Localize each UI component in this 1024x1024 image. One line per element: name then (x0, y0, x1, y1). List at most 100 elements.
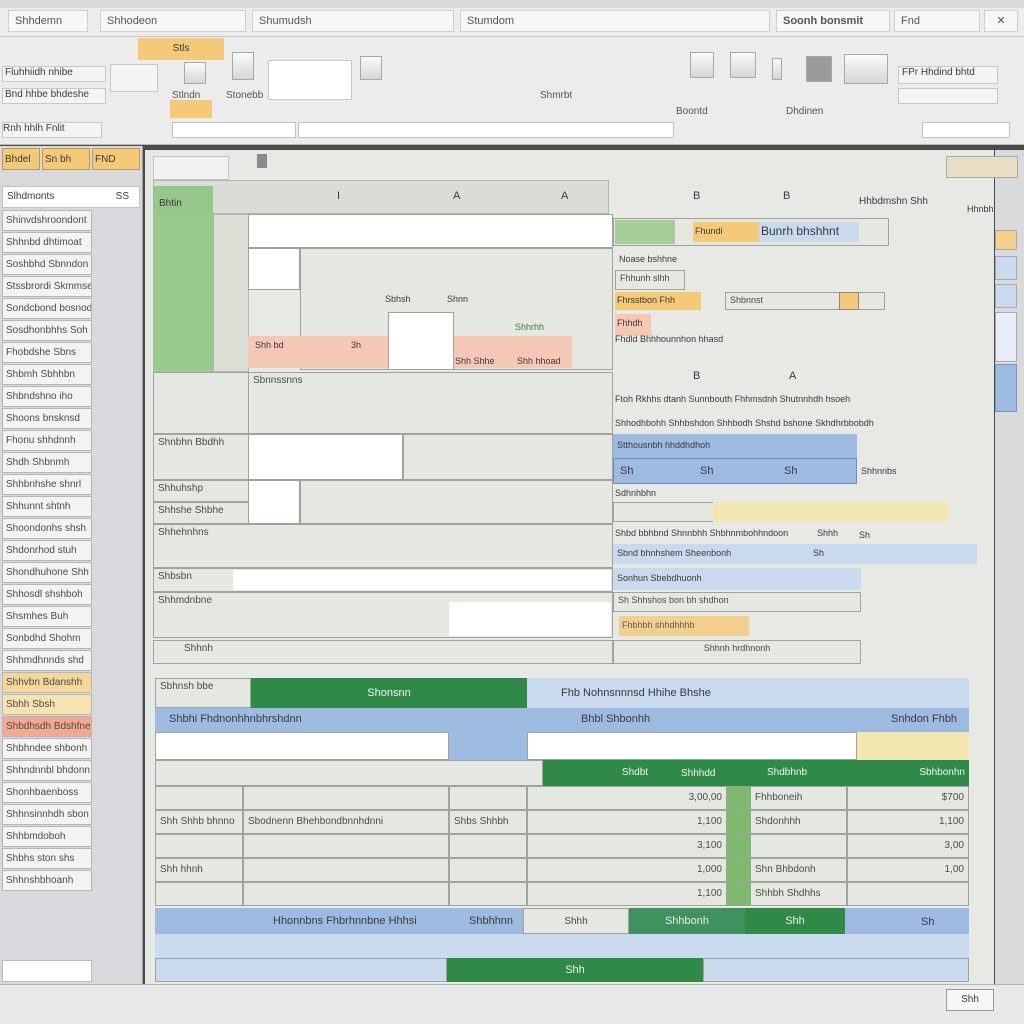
tab-4[interactable]: Stumdom (460, 10, 770, 32)
sheet-item[interactable]: Shbhndee shbonh (2, 738, 92, 759)
sheet-item[interactable]: Shhmdhnnds shd (2, 650, 92, 671)
table-cell-c[interactable] (449, 834, 527, 858)
sheet-list-input[interactable] (2, 960, 92, 982)
table-cell-b[interactable] (243, 858, 449, 882)
sheet-item[interactable]: Fhobdshe Sbns (2, 342, 92, 363)
sheet-item[interactable]: Stssbrordi Skmmse (2, 276, 92, 297)
table-cell-c[interactable] (449, 882, 527, 906)
cell-white-small[interactable] (388, 312, 454, 370)
sheet-item[interactable]: Shhbnhshe shnrl (2, 474, 92, 495)
sheet-item[interactable]: Shondhuhone Shh (2, 562, 92, 583)
table-cell-b[interactable]: Sbodnenn Bhehbondbnnhdnni (243, 810, 449, 834)
cell-a1[interactable] (248, 214, 613, 248)
table-cell-a[interactable] (155, 834, 243, 858)
sheet-tab-top-right[interactable] (946, 156, 1018, 178)
r-bottom[interactable]: Shhnh hrdhnonh (613, 640, 861, 664)
table-cell-a[interactable]: Shh hhnh (155, 858, 243, 882)
line-row-3[interactable]: Sbnd bhnhshem Sheenbonh Sh (613, 544, 977, 564)
table-cell-e[interactable]: Fhhboneih (727, 786, 847, 810)
tbl-footer-left[interactable] (155, 958, 447, 982)
sheet-item-highlight-2[interactable]: Sbhh Sbsh Dhhtnad (2, 694, 92, 729)
table-cell-f[interactable]: 1,100 (847, 810, 969, 834)
orange-small[interactable]: Fhbhbh shhdhhhb (619, 616, 749, 636)
table-cell-c[interactable] (449, 858, 527, 882)
cell-row4[interactable] (403, 434, 613, 480)
green-group-block[interactable] (153, 186, 213, 372)
cell-row8-white[interactable] (449, 602, 611, 636)
font-box[interactable] (268, 60, 352, 100)
table-cell-f[interactable] (847, 882, 969, 906)
right-chip-2[interactable] (995, 256, 1017, 280)
r2-cell[interactable]: Fhhunh slhh (615, 270, 685, 290)
tbl-blue-d[interactable]: Shhbonh (629, 908, 745, 934)
tbl-empty-row[interactable] (155, 934, 969, 958)
sheet-item-highlight-3[interactable]: Shbdhsdh Bdshfne (2, 716, 92, 737)
sheet-item[interactable]: Shbndshno iho (2, 386, 92, 407)
format-icon[interactable] (184, 62, 206, 84)
table-cell-c[interactable] (449, 786, 527, 810)
blue-block-2[interactable]: Sonhun Sbebdhuonh (613, 568, 861, 590)
table-icon[interactable] (730, 52, 756, 78)
paste-button[interactable] (110, 64, 158, 92)
sheet-item[interactable]: Shoons bnsknsd (2, 408, 92, 429)
r3-marker[interactable] (839, 292, 859, 310)
sheet-item[interactable]: Shhbmdoboh (2, 826, 92, 847)
tbl-footer-right[interactable] (703, 958, 969, 982)
table-cell-e[interactable] (727, 834, 847, 858)
cell-row9[interactable]: Shhnh (153, 640, 613, 664)
left-group-cell[interactable] (153, 372, 249, 434)
tab-1[interactable]: Shhdemn (8, 10, 88, 32)
sheet-item[interactable]: Shhosdl shshboh (2, 584, 92, 605)
sheet-item[interactable]: Sosdhonbhhs Soh (2, 320, 92, 341)
table-cell-a[interactable] (155, 882, 243, 906)
sheet-item[interactable]: Shhnsinnhdh sbon (2, 804, 92, 825)
sheet-item[interactable]: Shsmhes Buh (2, 606, 92, 627)
blue-block-1[interactable]: Stthousnbh hhddhdhoh (613, 434, 857, 458)
cell-row5-white[interactable] (248, 480, 300, 524)
table-cell-f[interactable]: 1,00 (847, 858, 969, 882)
close-icon[interactable]: ✕ (984, 10, 1018, 32)
table-cell-b[interactable] (243, 786, 449, 810)
sheet-item[interactable]: Shhunnt shtnh (2, 496, 92, 517)
table-cell-d[interactable]: 3,100 (527, 834, 727, 858)
list-header-2[interactable]: Sn bh (42, 148, 90, 170)
blue-row[interactable]: Sh Sh Sh (613, 458, 857, 484)
sheet-item[interactable]: Shoondonhs shsh (2, 518, 92, 539)
table-cell-c[interactable]: Shbs Shhbh (449, 810, 527, 834)
formula-right[interactable] (922, 122, 1010, 138)
table-cell-a[interactable] (155, 786, 243, 810)
cell-a2[interactable] (248, 248, 300, 290)
table-cell-a[interactable]: Shh Shhb bhnno (155, 810, 243, 834)
name-box[interactable]: Rnh hhlh Fnlit (2, 122, 102, 138)
cell-row7-white[interactable] (233, 570, 611, 590)
cell-row5[interactable] (300, 480, 613, 524)
table-cell-d[interactable]: 1,100 (527, 882, 727, 906)
table-cell-d[interactable]: 3,00,00 (527, 786, 727, 810)
right-chip-1[interactable] (995, 230, 1017, 250)
tab-3[interactable]: Shumudsh (252, 10, 454, 32)
sheet-item[interactable]: Shdonrhod stuh (2, 540, 92, 561)
sheet-item[interactable]: Shinvdshroondont (2, 210, 92, 231)
sheet-item[interactable]: Soshbhd Sbnndon (2, 254, 92, 275)
tbl-input-3[interactable] (527, 732, 857, 760)
chart-icon[interactable] (690, 52, 714, 78)
right-chip-5[interactable] (995, 364, 1017, 412)
right-group[interactable]: FPr Hhdind bhtd (898, 66, 998, 84)
sheet-item[interactable]: Shhnshbhoanh (2, 870, 92, 891)
sheet-item[interactable]: Shhndnnbl bhdonn (2, 760, 92, 781)
sheet-item[interactable]: Shhnbd dhtimoat (2, 232, 92, 253)
table-cell-e[interactable]: Shdonhhh (727, 810, 847, 834)
zoom-control[interactable]: Shh (946, 989, 994, 1011)
list-header-3[interactable]: FND (92, 148, 140, 170)
sheet-item-highlight-1[interactable]: Shhvbn Bdanshh (2, 672, 92, 693)
r1-title[interactable]: Bunrh bhshhnt (759, 222, 859, 242)
table-cell-e[interactable]: Shhbh Shdhhs (727, 882, 847, 906)
tbl-head-green[interactable]: Shonsnn (251, 678, 527, 708)
r3-cell[interactable]: Fhrsstbon Fhh (615, 292, 701, 310)
table-cell-f[interactable]: $700 (847, 786, 969, 810)
r1-small[interactable]: Fhundi (693, 222, 759, 242)
line-row-yellow[interactable] (713, 502, 949, 522)
sheet-item[interactable]: Shbmh Sbhhbn (2, 364, 92, 385)
sheet-item[interactable]: Sonbdhd Shohm (2, 628, 92, 649)
filter-icon[interactable] (806, 56, 832, 82)
